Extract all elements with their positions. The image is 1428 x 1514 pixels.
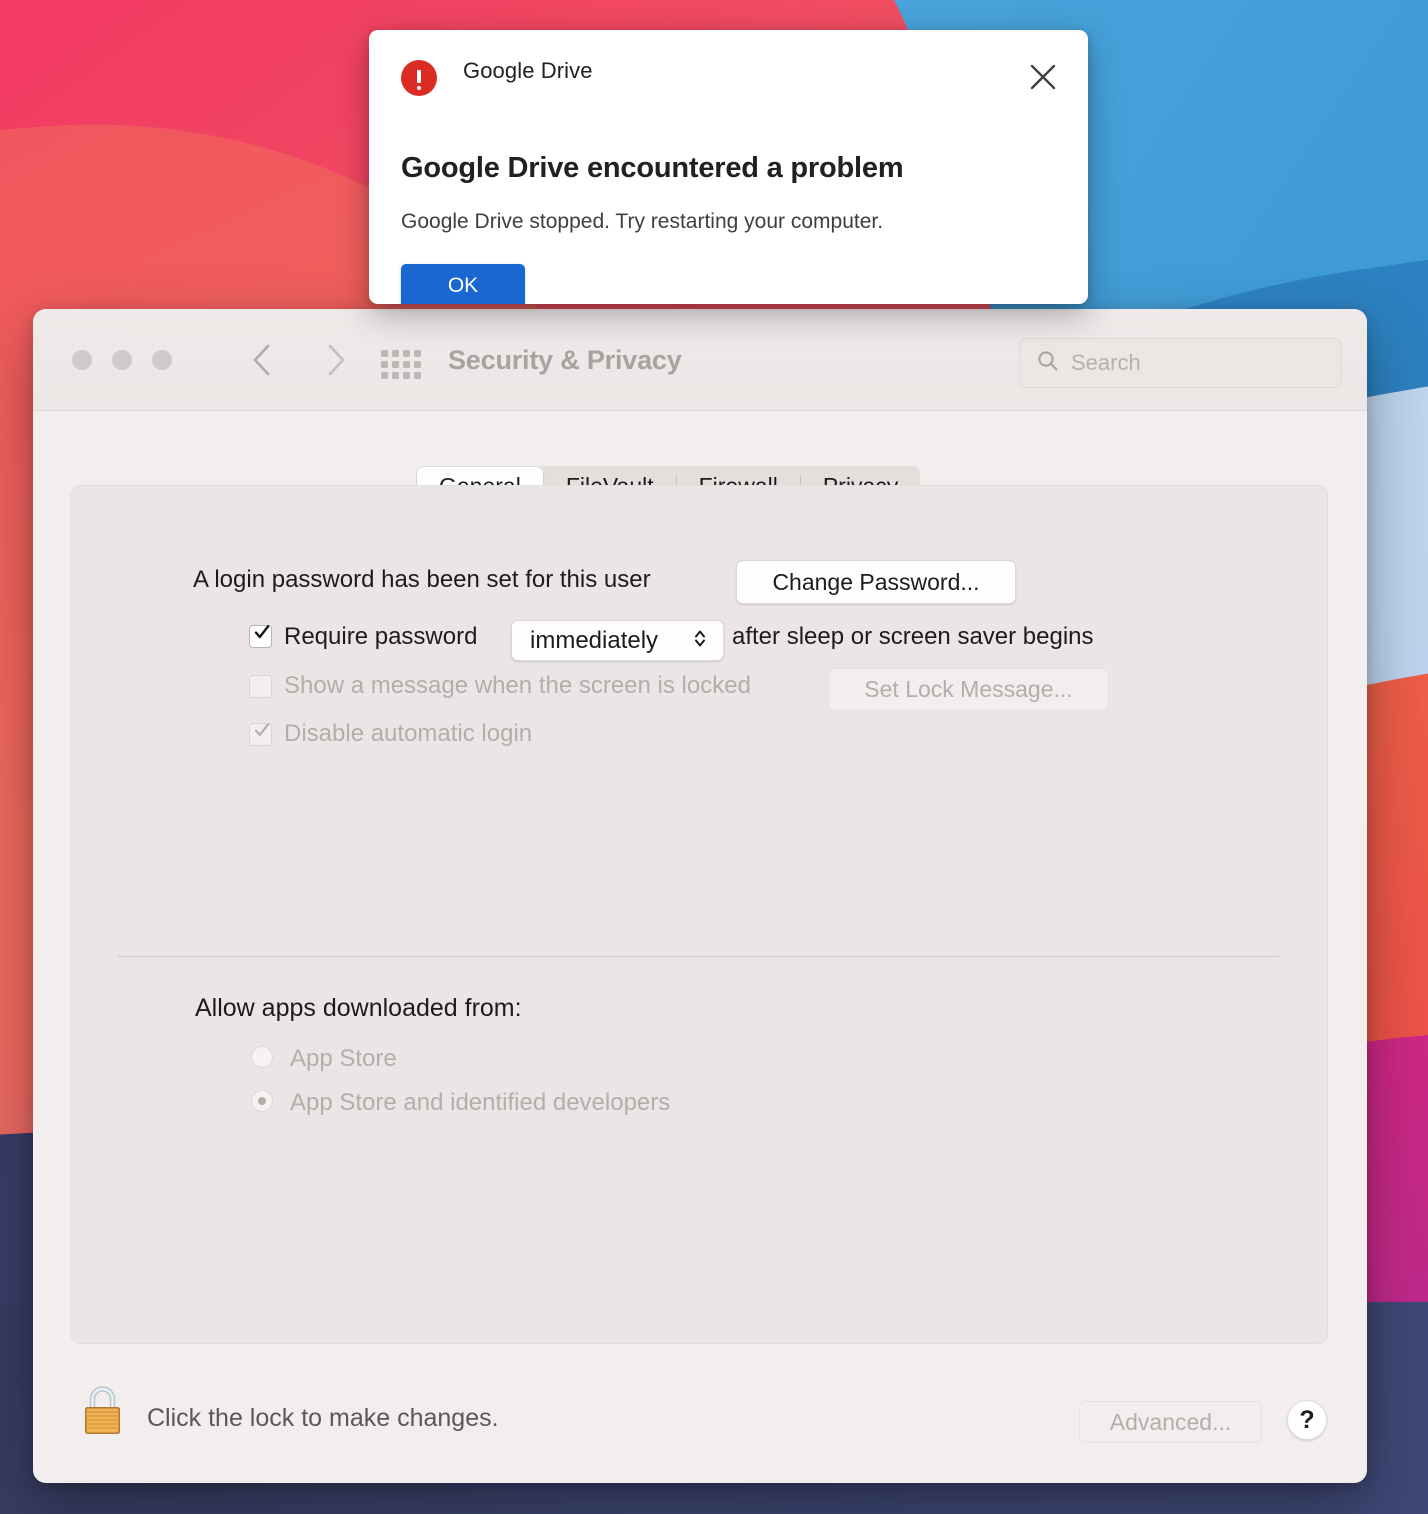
- change-password-button[interactable]: Change Password...: [736, 560, 1016, 604]
- allow-apps-heading: Allow apps downloaded from:: [195, 994, 522, 1022]
- close-icon[interactable]: [1022, 56, 1064, 98]
- closed-padlock-icon[interactable]: [78, 1383, 127, 1439]
- traffic-light-minimize-button[interactable]: [112, 350, 132, 370]
- checkmark-icon: [253, 623, 271, 641]
- radio-app-store-and-identified-developers: [251, 1090, 273, 1112]
- page-title: Security & Privacy: [448, 345, 682, 375]
- traffic-light-close-button[interactable]: [72, 350, 92, 370]
- dialog-title: Google Drive encountered a problem: [401, 152, 904, 184]
- show-lock-message-label: Show a message when the screen is locked: [284, 672, 751, 699]
- radio-app-store: [251, 1046, 273, 1068]
- disable-automatic-login-checkbox: [249, 723, 272, 746]
- search-placeholder-text: Search: [1071, 350, 1141, 375]
- show-all-grid-icon[interactable]: [381, 350, 421, 379]
- dialog-app-name: Google Drive: [463, 58, 593, 83]
- require-password-checkbox[interactable]: [249, 625, 272, 648]
- set-lock-message-button: Set Lock Message...: [828, 668, 1109, 711]
- require-password-suffix-label: after sleep or screen saver begins: [732, 623, 1094, 650]
- search-input[interactable]: Search: [1019, 338, 1342, 388]
- radio-app-store-and-identified-developers-label: App Store and identified developers: [290, 1089, 671, 1116]
- require-password-label: Require password: [284, 623, 478, 650]
- dialog-message: Google Drive stopped. Try restarting you…: [401, 210, 884, 233]
- traffic-light-maximize-button[interactable]: [152, 350, 172, 370]
- disable-automatic-login-label: Disable automatic login: [284, 720, 533, 747]
- advanced-button: Advanced...: [1079, 1401, 1262, 1443]
- search-magnifier-icon: [1036, 349, 1060, 378]
- login-password-label: A login password has been set for this u…: [193, 566, 651, 593]
- radio-app-store-label: App Store: [290, 1045, 397, 1072]
- section-divider: [118, 956, 1279, 957]
- chevron-left-icon[interactable]: [243, 342, 279, 378]
- error-exclamation-icon: [401, 60, 437, 96]
- lock-hint-text: Click the lock to make changes.: [147, 1404, 499, 1432]
- general-pane: A login password has been set for this u…: [70, 485, 1328, 1344]
- checkmark-icon: [253, 721, 271, 739]
- google-drive-error-dialog: Google Drive Google Drive encountered a …: [369, 30, 1088, 304]
- ok-button[interactable]: OK: [401, 264, 525, 304]
- security-privacy-window: Security & Privacy Search General FileVa…: [33, 309, 1367, 1483]
- chevron-updown-icon: [693, 627, 707, 654]
- help-button[interactable]: ?: [1287, 1400, 1327, 1440]
- show-lock-message-checkbox: [249, 675, 272, 698]
- chevron-right-icon[interactable]: [318, 342, 354, 378]
- dropdown-selected-value: immediately: [530, 626, 659, 654]
- radio-selected-dot: [258, 1097, 266, 1105]
- require-password-delay-dropdown[interactable]: immediately: [511, 620, 724, 661]
- dialog-header: Google Drive: [369, 30, 1088, 126]
